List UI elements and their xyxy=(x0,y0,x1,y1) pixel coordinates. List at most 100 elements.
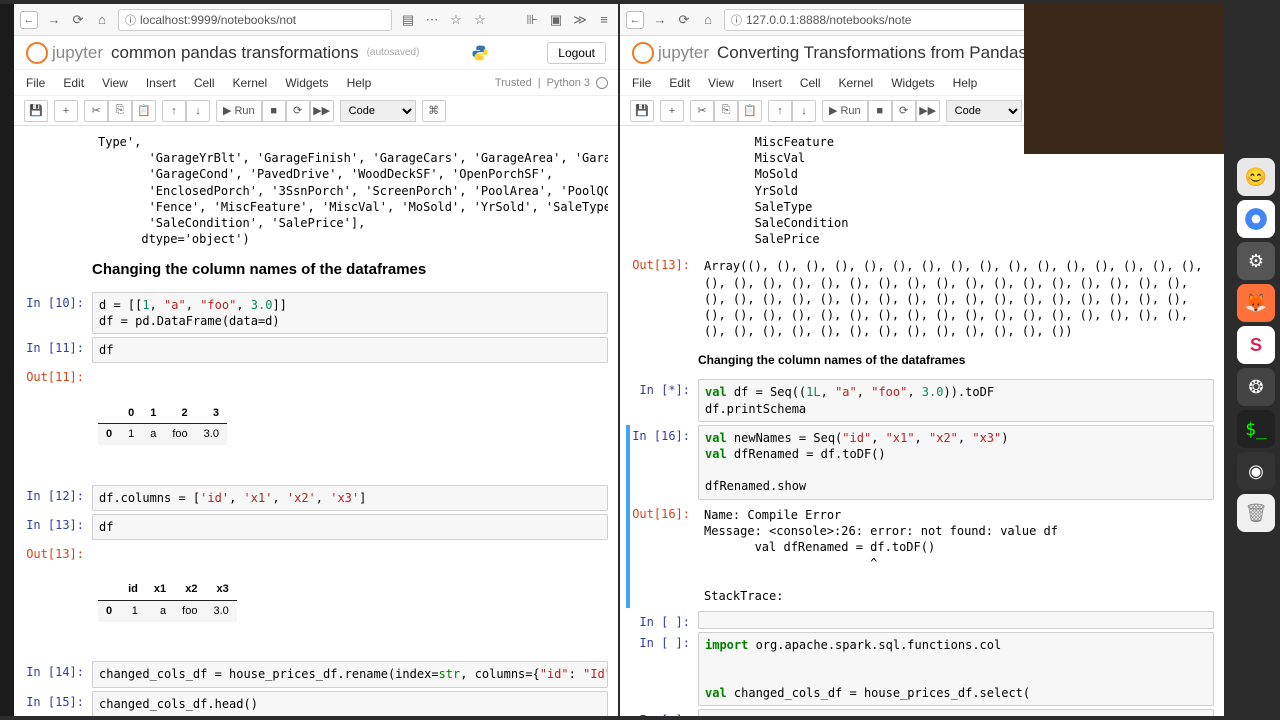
more-icon[interactable]: ⋯ xyxy=(424,12,440,28)
trash-icon[interactable]: 🗑 xyxy=(1237,494,1275,532)
move-up-button[interactable]: ↑ xyxy=(768,100,792,122)
toolbar: 💾 + ✂ ⎘ 📋 ↑ ↓ ▶ Run ■ ⟳ ▶▶ Code ⌘ xyxy=(14,96,618,126)
home-button[interactable]: ⌂ xyxy=(94,12,110,28)
menu-edit[interactable]: Edit xyxy=(669,76,690,90)
copy-button[interactable]: ⎘ xyxy=(714,100,738,122)
menu-help[interactable]: Help xyxy=(953,76,978,90)
obs-icon[interactable]: ◉ xyxy=(1237,452,1275,490)
menu-edit[interactable]: Edit xyxy=(63,76,84,90)
library-icon[interactable]: ⊪ xyxy=(524,12,540,28)
info-icon: ⓘ xyxy=(125,12,136,28)
menu-kernel[interactable]: Kernel xyxy=(839,76,874,90)
markdown-heading: Changing the column names of the datafra… xyxy=(698,346,1214,376)
run-button[interactable]: ▶ Run xyxy=(216,100,262,122)
code-cell[interactable]: changed_cols_df = house_prices_df.rename… xyxy=(92,661,608,687)
macos-dock: 😊 ⚙ 🦊 S ❂ $_ ◉ 🗑 xyxy=(1234,158,1278,532)
menu-file[interactable]: File xyxy=(632,76,651,90)
save-button[interactable]: 💾 xyxy=(24,100,48,122)
cut-button[interactable]: ✂ xyxy=(690,100,714,122)
star-icon[interactable]: ☆ xyxy=(448,12,464,28)
finder-icon[interactable]: 😊 xyxy=(1237,158,1275,196)
output-text: Type', 'GarageYrBlt', 'GarageFinish', 'G… xyxy=(92,130,608,251)
kernel-name: Python 3 xyxy=(547,77,590,89)
restart-run-button[interactable]: ▶▶ xyxy=(310,100,334,122)
code-cell[interactable]: d = [[1, "a", "foo", 3.0]] df = pd.DataF… xyxy=(92,292,608,334)
menu-insert[interactable]: Insert xyxy=(146,76,176,90)
logout-button[interactable]: Logout xyxy=(547,42,606,64)
back-button[interactable]: ← xyxy=(20,11,38,29)
cell-type-select[interactable]: Code xyxy=(946,100,1022,122)
menu-cell[interactable]: Cell xyxy=(194,76,215,90)
notebook-title[interactable]: Converting Transformations from Pandas t… xyxy=(717,43,1071,63)
notebook-area[interactable]: Type', 'GarageYrBlt', 'GarageFinish', 'G… xyxy=(14,126,618,716)
code-cell[interactable] xyxy=(698,709,1214,716)
forward-button[interactable]: → xyxy=(652,12,668,28)
url-text: localhost:9999/notebooks/not xyxy=(140,13,296,27)
code-cell[interactable]: val df = Seq((1L, "a", "foo", 3.0)).toDF… xyxy=(698,379,1214,421)
jupyter-logo[interactable]: jupyter xyxy=(632,42,709,64)
app-icon[interactable]: ❂ xyxy=(1237,368,1275,406)
code-cell[interactable]: df.columns = ['id', 'x1', 'x2', 'x3'] xyxy=(92,485,608,511)
add-cell-button[interactable]: + xyxy=(660,100,684,122)
webcam-overlay xyxy=(1024,4,1224,154)
forward-button[interactable]: → xyxy=(46,12,62,28)
code-cell[interactable]: changed_cols_df.head() xyxy=(92,691,608,716)
output-error: Name: Compile Error Message: <console>:2… xyxy=(698,503,1214,608)
home-button[interactable]: ⌂ xyxy=(700,12,716,28)
back-button[interactable]: ← xyxy=(626,11,644,29)
url-bar[interactable]: ⓘ localhost:9999/notebooks/not xyxy=(118,9,392,31)
command-palette-button[interactable]: ⌘ xyxy=(422,100,446,122)
code-cell[interactable]: val newNames = Seq("id", "x1", "x2", "x3… xyxy=(698,425,1214,500)
notebook-area[interactable]: MiscFeature MiscVal MoSold YrSold SaleTy… xyxy=(620,126,1224,716)
menu-insert[interactable]: Insert xyxy=(752,76,782,90)
reload-button[interactable]: ⟳ xyxy=(676,12,692,28)
menu-widgets[interactable]: Widgets xyxy=(891,76,934,90)
firefox-icon[interactable]: 🦊 xyxy=(1237,284,1275,322)
move-up-button[interactable]: ↑ xyxy=(162,100,186,122)
code-cell[interactable] xyxy=(698,611,1214,629)
menu-view[interactable]: View xyxy=(102,76,128,90)
info-icon: ⓘ xyxy=(731,12,742,28)
add-cell-button[interactable]: + xyxy=(54,100,78,122)
menu-view[interactable]: View xyxy=(708,76,734,90)
menu-cell[interactable]: Cell xyxy=(800,76,821,90)
restart-button[interactable]: ⟳ xyxy=(892,100,916,122)
paste-button[interactable]: 📋 xyxy=(738,100,762,122)
bookmark-icon[interactable]: ☆ xyxy=(472,12,488,28)
code-cell[interactable]: df xyxy=(92,514,608,540)
menu-widgets[interactable]: Widgets xyxy=(285,76,328,90)
hamburger-icon[interactable]: ≡ xyxy=(596,12,612,28)
chrome-icon[interactable] xyxy=(1237,200,1275,238)
browser-window-left: ← → ⟳ ⌂ ⓘ localhost:9999/notebooks/not ▤… xyxy=(14,4,618,716)
paste-button[interactable]: 📋 xyxy=(132,100,156,122)
output-text: Array((), (), (), (), (), (), (), (), ()… xyxy=(698,254,1214,343)
cut-button[interactable]: ✂ xyxy=(84,100,108,122)
code-cell[interactable]: import org.apache.spark.sql.functions.co… xyxy=(698,632,1214,707)
reload-button[interactable]: ⟳ xyxy=(70,12,86,28)
markdown-heading: Changing the column names of the datafra… xyxy=(92,254,608,288)
move-down-button[interactable]: ↓ xyxy=(792,100,816,122)
autosave-status: (autosaved) xyxy=(367,47,420,58)
jupyter-logo[interactable]: jupyter xyxy=(26,42,103,64)
copy-button[interactable]: ⎘ xyxy=(108,100,132,122)
sidebar-icon[interactable]: ▣ xyxy=(548,12,564,28)
terminal-icon[interactable]: $_ xyxy=(1237,410,1275,448)
code-cell[interactable]: df xyxy=(92,337,608,363)
run-button[interactable]: ▶ Run xyxy=(822,100,868,122)
overflow-icon[interactable]: ≫ xyxy=(572,12,588,28)
restart-run-button[interactable]: ▶▶ xyxy=(916,100,940,122)
move-down-button[interactable]: ↓ xyxy=(186,100,210,122)
slack-icon[interactable]: S xyxy=(1237,326,1275,364)
restart-button[interactable]: ⟳ xyxy=(286,100,310,122)
menu-kernel[interactable]: Kernel xyxy=(233,76,268,90)
save-button[interactable]: 💾 xyxy=(630,100,654,122)
notebook-title[interactable]: common pandas transformations xyxy=(111,43,359,63)
settings-icon[interactable]: ⚙ xyxy=(1237,242,1275,280)
cell-type-select[interactable]: Code xyxy=(340,100,416,122)
stop-button[interactable]: ■ xyxy=(262,100,286,122)
reader-icon[interactable]: ▤ xyxy=(400,12,416,28)
menu-help[interactable]: Help xyxy=(347,76,372,90)
python-icon xyxy=(471,44,489,62)
stop-button[interactable]: ■ xyxy=(868,100,892,122)
menu-file[interactable]: File xyxy=(26,76,45,90)
